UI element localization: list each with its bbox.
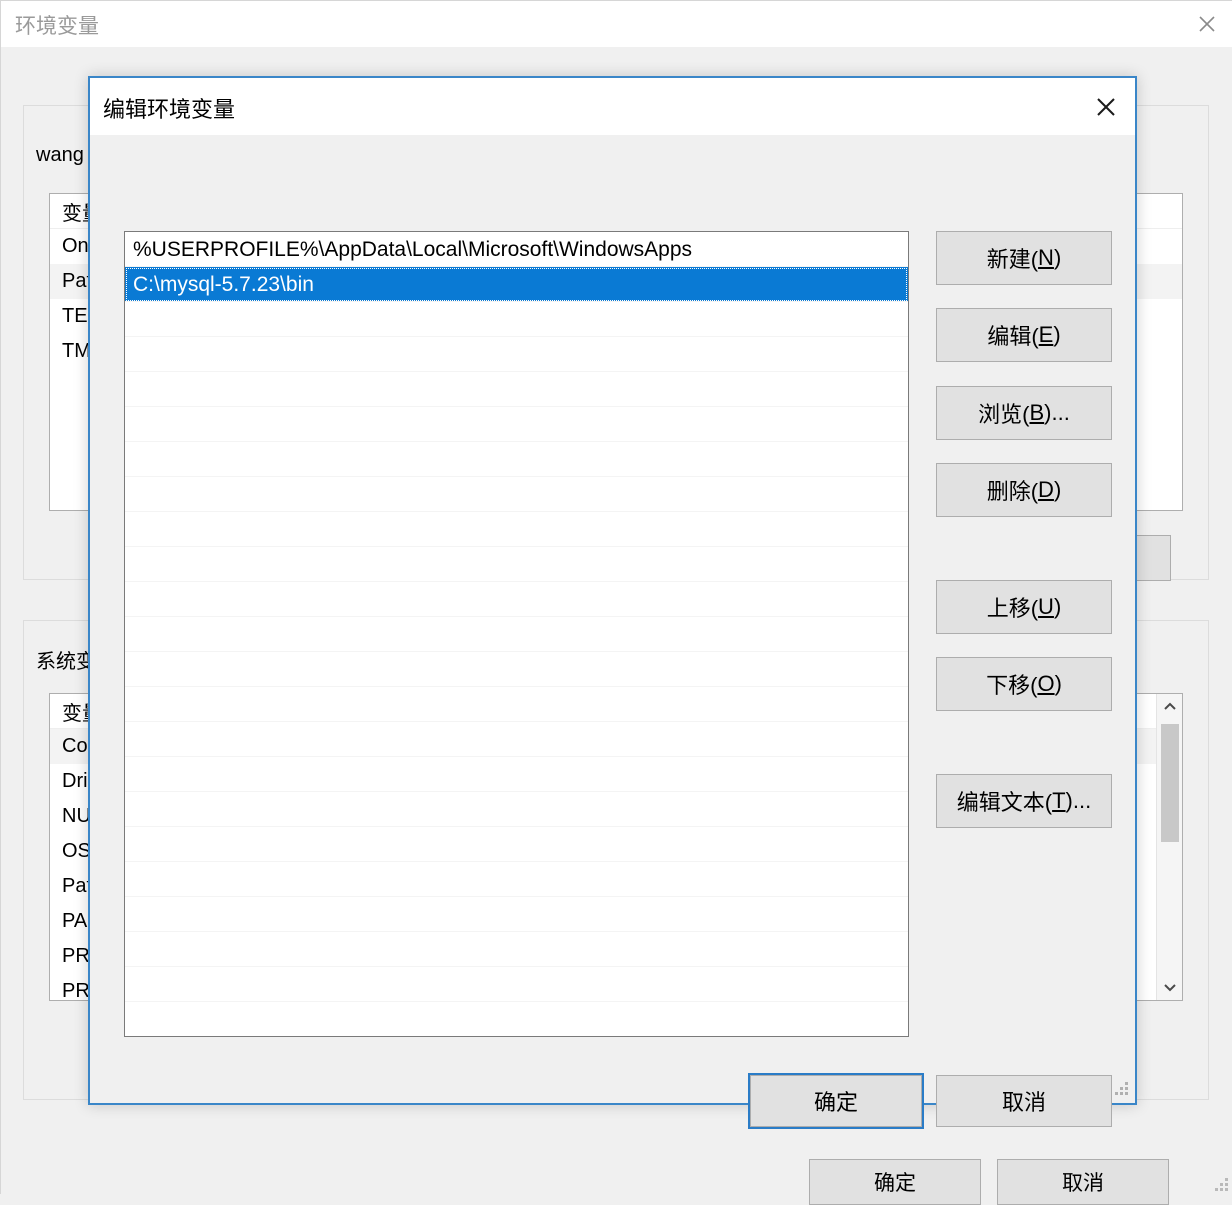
list-item-empty[interactable] (125, 967, 908, 1002)
list-item-empty[interactable] (125, 442, 908, 477)
chevron-up-icon[interactable] (1157, 694, 1182, 720)
close-icon[interactable] (1077, 78, 1135, 135)
edit-text-button-label-pre: 编辑文本( (956, 790, 1053, 815)
move-up-button-accelerator: U (1038, 594, 1054, 619)
list-item-empty[interactable] (125, 477, 908, 512)
new-button-label-pre: 新建( (986, 247, 1039, 272)
path-entries-list[interactable]: %USERPROFILE%\AppData\Local\Microsoft\Wi… (124, 231, 909, 1037)
delete-button-label-post: ) (1053, 477, 1062, 502)
browse-button-label-post: )... (1044, 400, 1070, 425)
list-item-empty[interactable] (125, 407, 908, 442)
user-variables-group-label: wang (31, 144, 89, 167)
move-up-button[interactable]: 上移(U) (936, 580, 1112, 634)
move-down-button-label-pre: 下移( (986, 673, 1038, 698)
edit-button[interactable]: 编辑(E) (936, 308, 1112, 362)
browse-button[interactable]: 浏览(B)... (936, 386, 1112, 440)
edit-environment-variable-dialog: 编辑环境变量 %USERPROFILE%\AppData\Local\Micro… (88, 76, 1137, 1127)
ok-button[interactable]: 确定 (750, 1075, 922, 1127)
browse-button-accelerator: B (1029, 400, 1045, 425)
list-item-empty[interactable] (125, 302, 908, 337)
list-item-empty[interactable] (125, 582, 908, 617)
move-up-button-label-post: ) (1053, 594, 1062, 619)
resize-grip-icon[interactable] (1215, 1178, 1229, 1192)
list-item-empty[interactable] (125, 897, 908, 932)
list-item-empty[interactable] (125, 862, 908, 897)
delete-button-label-pre: 删除( (986, 479, 1039, 504)
system-variables-scrollbar[interactable] (1156, 694, 1182, 1000)
list-item-empty[interactable] (125, 652, 908, 687)
list-item-empty[interactable] (125, 932, 908, 967)
chevron-down-icon[interactable] (1157, 974, 1182, 1000)
cancel-button[interactable]: 取消 (936, 1075, 1112, 1127)
list-item-empty[interactable] (125, 757, 908, 792)
move-down-button[interactable]: 下移(O) (936, 657, 1112, 711)
list-item-empty[interactable] (125, 827, 908, 862)
new-button-accelerator: N (1038, 245, 1054, 270)
delete-button-accelerator: D (1038, 477, 1054, 502)
move-up-button-label-pre: 上移( (986, 596, 1039, 621)
list-item-empty[interactable] (125, 722, 908, 757)
new-button-label-post: ) (1053, 245, 1062, 270)
list-item-empty[interactable] (125, 547, 908, 582)
scrollbar-thumb[interactable] (1161, 724, 1179, 842)
list-item-empty[interactable] (125, 512, 908, 547)
list-item-selected[interactable]: C:\mysql-5.7.23\bin (125, 267, 908, 302)
edit-text-button[interactable]: 编辑文本(T)... (936, 774, 1112, 828)
edit-button-label-post: ) (1053, 322, 1061, 347)
dialog-titlebar: 编辑环境变量 (90, 78, 1135, 135)
list-item[interactable]: %USERPROFILE%\AppData\Local\Microsoft\Wi… (125, 232, 908, 267)
background-cancel-button[interactable]: 取消 (997, 1159, 1169, 1205)
background-window-title: 环境变量 (15, 15, 99, 38)
delete-button[interactable]: 删除(D) (936, 463, 1112, 517)
move-down-button-accelerator: O (1037, 671, 1055, 696)
list-item-empty[interactable] (125, 372, 908, 407)
list-item-empty[interactable] (125, 687, 908, 722)
background-window-titlebar: 环境变量 (1, 1, 1232, 47)
edit-button-label-pre: 编辑( (987, 324, 1039, 349)
list-item-empty[interactable] (125, 337, 908, 372)
dialog-title: 编辑环境变量 (103, 97, 236, 122)
edit-button-accelerator: E (1038, 322, 1054, 347)
browse-button-label-pre: 浏览( (978, 402, 1030, 427)
edit-text-button-accelerator: T (1052, 788, 1066, 813)
list-item-empty[interactable] (125, 1002, 908, 1036)
close-icon[interactable] (1181, 1, 1232, 47)
new-button[interactable]: 新建(N) (936, 231, 1112, 285)
move-down-button-label-post: ) (1054, 671, 1062, 696)
list-item-empty[interactable] (125, 792, 908, 827)
resize-grip-icon[interactable] (1114, 1082, 1130, 1098)
edit-text-button-label-post: )... (1065, 788, 1092, 813)
list-item-empty[interactable] (125, 617, 908, 652)
dialog-body: %USERPROFILE%\AppData\Local\Microsoft\Wi… (90, 135, 1135, 1127)
background-ok-button[interactable]: 确定 (809, 1159, 981, 1205)
